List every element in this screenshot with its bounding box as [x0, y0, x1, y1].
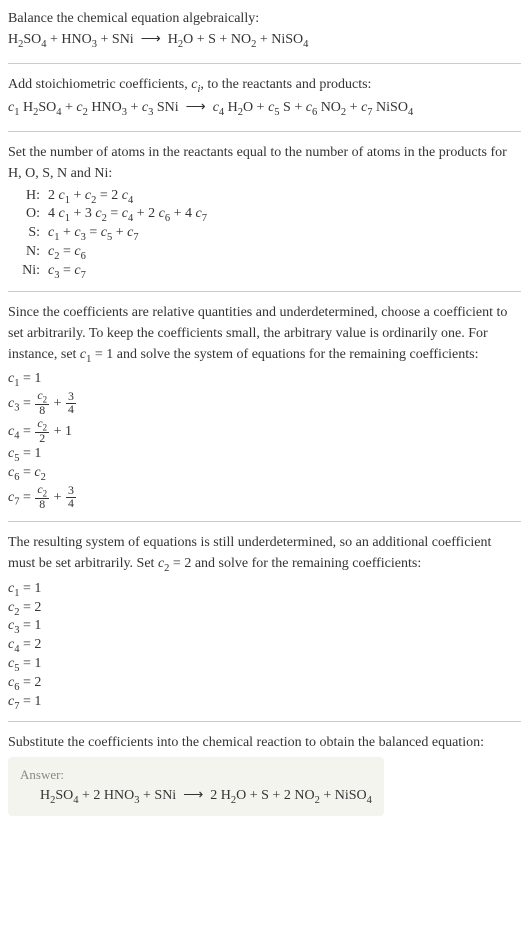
- divider: [8, 63, 521, 64]
- atom-eq: 4 c1 + 3 c2 = c4 + 2 c6 + 4 c7: [48, 206, 207, 224]
- final-intro: Substitute the coefficients into the che…: [8, 732, 521, 753]
- answer-equation: H2SO4 + 2 HNO3 + SNi ⟶ 2 H2O + S + 2 NO2…: [40, 787, 372, 806]
- prompt-equation: H2SO4 + HNO3 + SNi ⟶ H2O + S + NO2 + NiS…: [8, 29, 521, 53]
- atom-row-s: S: c1 + c3 = c5 + c7: [14, 225, 521, 243]
- final-section: Substitute the coefficients into the che…: [8, 732, 521, 816]
- underdetermined-2-section: The resulting system of equations is sti…: [8, 532, 521, 711]
- atom-label: S:: [14, 225, 48, 241]
- divider: [8, 291, 521, 292]
- prompt-line1: Balance the chemical equation algebraica…: [8, 8, 521, 29]
- coeff-val: c4 = 2: [8, 637, 521, 655]
- atom-eq: c2 = c6: [48, 244, 86, 262]
- coeff-val: c1 = 1: [8, 581, 521, 599]
- coeff-c1: c1 = 1: [8, 371, 521, 389]
- coeff-list-2: c1 = 1 c2 = 2 c3 = 1 c4 = 2 c5 = 1 c6 = …: [8, 581, 521, 712]
- atom-eq: 2 c1 + c2 = 2 c4: [48, 188, 133, 206]
- atom-row-ni: Ni: c3 = c7: [14, 263, 521, 281]
- atom-label: H:: [14, 188, 48, 204]
- coeff-c5: c5 = 1: [8, 446, 521, 464]
- divider: [8, 721, 521, 722]
- atom-label: N:: [14, 244, 48, 260]
- atom-row-n: N: c2 = c6: [14, 244, 521, 262]
- answer-box: Answer: H2SO4 + 2 HNO3 + SNi ⟶ 2 H2O + S…: [8, 757, 384, 816]
- prompt-section: Balance the chemical equation algebraica…: [8, 8, 521, 53]
- atoms-table: H: 2 c1 + c2 = 2 c4 O: 4 c1 + 3 c2 = c4 …: [14, 188, 521, 281]
- atom-eq: c3 = c7: [48, 263, 86, 281]
- stoich-equation: c1 H2SO4 + c2 HNO3 + c3 SNi ⟶ c4 H2O + c…: [8, 97, 521, 121]
- under2-intro: The resulting system of equations is sti…: [8, 532, 521, 577]
- coeff-val: c7 = 1: [8, 694, 521, 712]
- atoms-section: Set the number of atoms in the reactants…: [8, 142, 521, 281]
- atom-row-h: H: 2 c1 + c2 = 2 c4: [14, 188, 521, 206]
- coeff-c4: c4 = c22 + 1: [8, 418, 521, 445]
- stoich-section: Add stoichiometric coefficients, ci, to …: [8, 74, 521, 121]
- answer-label: Answer:: [20, 767, 372, 783]
- atoms-intro: Set the number of atoms in the reactants…: [8, 142, 521, 184]
- atom-eq: c1 + c3 = c5 + c7: [48, 225, 139, 243]
- coeff-c7: c7 = c28 + 34: [8, 484, 521, 511]
- coeff-c3: c3 = c28 + 34: [8, 390, 521, 417]
- coeff-val: c2 = 2: [8, 600, 521, 618]
- coeff-c6: c6 = c2: [8, 465, 521, 483]
- coeff-val: c5 = 1: [8, 656, 521, 674]
- atom-label: O:: [14, 206, 48, 222]
- divider: [8, 131, 521, 132]
- atom-row-o: O: 4 c1 + 3 c2 = c4 + 2 c6 + 4 c7: [14, 206, 521, 224]
- stoich-intro: Add stoichiometric coefficients, ci, to …: [8, 74, 521, 98]
- coeff-val: c6 = 2: [8, 675, 521, 693]
- atom-label: Ni:: [14, 263, 48, 279]
- underdetermined-1-section: Since the coefficients are relative quan…: [8, 302, 521, 512]
- coeff-list-1: c1 = 1 c3 = c28 + 34 c4 = c22 + 1 c5 = 1…: [8, 371, 521, 511]
- under1-intro: Since the coefficients are relative quan…: [8, 302, 521, 368]
- coeff-val: c3 = 1: [8, 618, 521, 636]
- divider: [8, 521, 521, 522]
